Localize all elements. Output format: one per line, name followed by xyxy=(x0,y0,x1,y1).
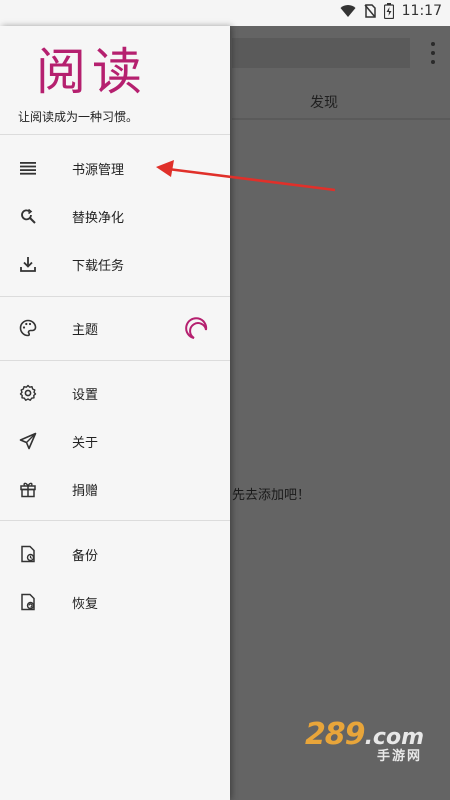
menu-label: 关于 xyxy=(72,435,99,451)
menu-item-theme[interactable]: 主题 xyxy=(0,306,230,350)
app-slogan: 让阅读成为一种习惯。 xyxy=(18,110,139,124)
menu-item-backup[interactable]: 备份 xyxy=(0,532,230,576)
gift-icon xyxy=(18,479,38,499)
menu-label: 捐赠 xyxy=(72,483,99,499)
divider xyxy=(0,296,230,297)
gear-icon xyxy=(18,383,38,403)
menu-label: 恢复 xyxy=(72,596,99,612)
menu-label: 下载任务 xyxy=(72,258,125,274)
palette-icon xyxy=(18,318,38,338)
divider xyxy=(0,520,230,521)
menu-label: 主题 xyxy=(72,322,99,338)
empty-hint: 先去添加吧！ xyxy=(232,488,311,503)
menu-item-downloads[interactable]: 下载任务 xyxy=(0,242,230,286)
divider xyxy=(0,134,230,135)
menu-item-settings[interactable]: 设置 xyxy=(0,371,230,415)
status-time: 11:17 xyxy=(401,3,442,19)
app-logo: 阅读 xyxy=(36,43,148,101)
status-icons: 11:17 xyxy=(340,3,442,19)
navigation-drawer: 阅读 让阅读成为一种习惯。 书源管理 替换净化 下载任务 主题 设置 关于 捐赠… xyxy=(0,26,230,800)
menu-label: 备份 xyxy=(72,548,99,564)
menu-label: 书源管理 xyxy=(72,162,125,178)
no-sim-icon xyxy=(364,4,376,18)
send-icon xyxy=(18,431,38,451)
menu-label: 替换净化 xyxy=(72,210,125,226)
menu-item-restore[interactable]: 恢复 xyxy=(0,580,230,624)
watermark: 289.com 手游网 xyxy=(304,717,424,764)
restore-icon xyxy=(18,592,38,612)
more-options-icon xyxy=(430,42,436,64)
divider xyxy=(0,360,230,361)
night-mode-toggle-icon[interactable] xyxy=(182,314,210,342)
tab-discover: 发现 xyxy=(310,95,338,111)
menu-item-about[interactable]: 关于 xyxy=(0,419,230,463)
battery-icon xyxy=(383,3,394,19)
menu-item-donate[interactable]: 捐赠 xyxy=(0,467,230,511)
red-arrow-annotation xyxy=(156,160,336,192)
find-replace-icon xyxy=(18,206,38,226)
watermark-number: 289 xyxy=(304,717,366,752)
tab-divider xyxy=(232,118,450,120)
backup-icon xyxy=(18,544,38,564)
download-icon xyxy=(18,254,38,274)
search-bar xyxy=(232,38,410,68)
wifi-icon xyxy=(340,4,356,18)
watermark-subtitle: 手游网 xyxy=(376,749,422,764)
menu-lines-icon xyxy=(18,158,38,178)
menu-label: 设置 xyxy=(72,387,99,403)
status-bar: 11:17 xyxy=(0,0,450,26)
menu-item-replace[interactable]: 替换净化 xyxy=(0,194,230,238)
